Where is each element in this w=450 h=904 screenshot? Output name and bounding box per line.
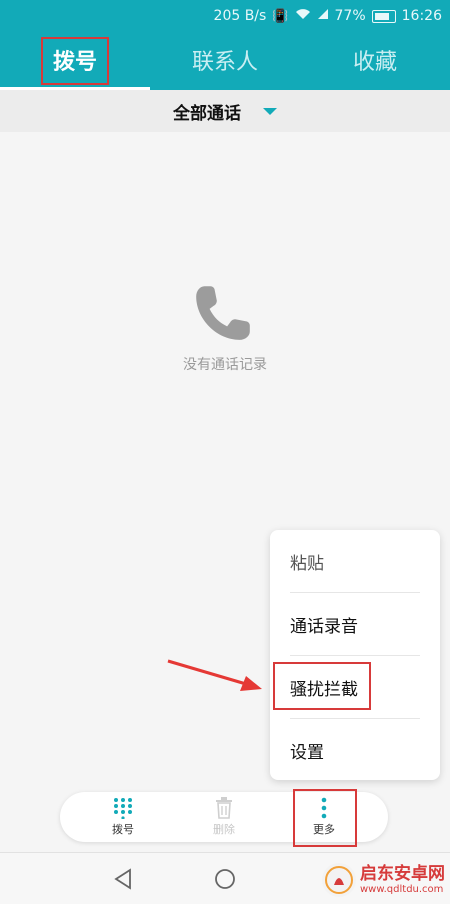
watermark-url: www.qdltdu.com bbox=[360, 883, 444, 895]
delete-button[interactable]: 删除 bbox=[194, 792, 254, 842]
watermark-logo-icon bbox=[325, 866, 353, 894]
highlight-box-dial-tab bbox=[41, 37, 109, 85]
tab-contacts[interactable]: 联系人 bbox=[150, 30, 300, 90]
clock: 16:26 bbox=[401, 8, 442, 24]
dialpad-label: 拨号 bbox=[112, 823, 134, 836]
menu-item-settings[interactable]: 设置 bbox=[290, 719, 420, 781]
menu-item-call-recording[interactable]: 通话录音 bbox=[290, 593, 420, 656]
dialpad-button[interactable]: 拨号 bbox=[93, 792, 153, 842]
home-icon[interactable] bbox=[211, 865, 239, 893]
phone-icon bbox=[196, 286, 250, 340]
tab-favorites[interactable]: 收藏 bbox=[300, 30, 450, 90]
highlight-box-harassment-block bbox=[273, 662, 371, 710]
highlight-box-more-button bbox=[293, 789, 357, 847]
watermark-logo bbox=[322, 863, 356, 897]
back-icon[interactable] bbox=[110, 865, 138, 893]
overflow-menu: 粘贴 通话录音 骚扰拦截 设置 bbox=[270, 530, 440, 780]
vibrate-icon: 📳 bbox=[272, 8, 289, 24]
dialpad-icon bbox=[114, 798, 132, 819]
filter-label: 全部通话 bbox=[173, 103, 241, 124]
wifi-icon bbox=[295, 8, 311, 24]
battery-percent: 77% bbox=[334, 8, 366, 24]
empty-call-log-text: 没有通话记录 bbox=[183, 357, 267, 373]
dropdown-triangle-icon bbox=[263, 107, 277, 115]
trash-icon bbox=[216, 797, 232, 819]
menu-item-paste[interactable]: 粘贴 bbox=[290, 530, 420, 593]
call-filter-dropdown[interactable]: 全部通话 bbox=[0, 90, 450, 132]
delete-label: 删除 bbox=[213, 823, 235, 836]
signal-icon bbox=[317, 8, 329, 24]
network-speed: 205 B/s bbox=[213, 8, 267, 24]
status-bar: 205 B/s 📳 77% 16:26 bbox=[214, 6, 442, 26]
battery-icon bbox=[371, 9, 396, 23]
watermark: 启东安卓网 www.qdltdu.com bbox=[322, 860, 450, 900]
watermark-title: 启东安卓网 bbox=[360, 864, 445, 885]
annotation-arrow bbox=[167, 659, 262, 691]
